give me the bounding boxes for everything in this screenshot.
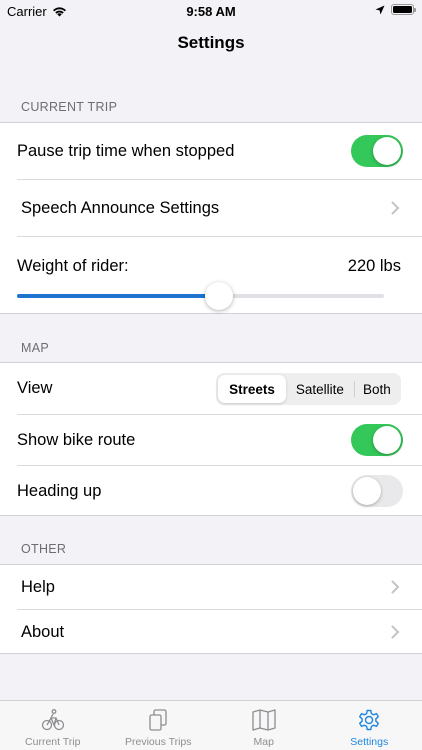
speech-announce-label: Speech Announce Settings <box>21 198 220 217</box>
speech-announce-row[interactable]: Speech Announce Settings <box>0 180 422 236</box>
pause-trip-row: Pause trip time when stopped <box>0 123 422 179</box>
stacked-pages-icon <box>149 709 167 731</box>
segment-both[interactable]: Both <box>355 375 399 403</box>
heading-up-toggle[interactable] <box>351 475 403 507</box>
gear-icon <box>359 709 380 731</box>
status-right <box>375 4 416 15</box>
section-header-map: MAP <box>21 341 49 355</box>
tab-previous-trips[interactable]: Previous Trips <box>106 701 212 750</box>
view-row: View Streets Satellite Both <box>0 363 422 414</box>
map-group: View Streets Satellite Both Show bike ro… <box>0 362 422 516</box>
map-icon <box>252 709 276 731</box>
tab-settings[interactable]: Settings <box>317 701 422 750</box>
weight-label: Weight of rider: <box>17 257 129 275</box>
tab-label-previous-trips: Previous Trips <box>124 736 192 748</box>
weight-slider-thumb[interactable] <box>204 282 233 310</box>
tab-current-trip[interactable]: Current Trip <box>0 701 106 750</box>
chevron-right-icon <box>391 625 400 639</box>
tab-map[interactable]: Map <box>211 701 317 750</box>
battery-icon <box>391 4 416 15</box>
pause-trip-label: Pause trip time when stopped <box>17 141 235 160</box>
heading-up-label: Heading up <box>17 481 102 500</box>
section-header-other: OTHER <box>21 542 67 556</box>
about-label: About <box>21 622 65 641</box>
location-arrow-icon <box>375 5 385 14</box>
tab-label-settings: Settings <box>350 736 389 748</box>
chevron-right-icon <box>391 580 400 594</box>
bike-route-toggle[interactable] <box>351 424 403 456</box>
view-label: View <box>17 379 53 397</box>
weight-slider-fill <box>17 294 219 298</box>
segment-satellite[interactable]: Satellite <box>286 375 354 403</box>
pause-trip-toggle[interactable] <box>351 135 403 167</box>
help-label: Help <box>21 577 55 596</box>
current-trip-group: Pause trip time when stopped Speech Anno… <box>0 122 422 314</box>
bike-route-row: Show bike route <box>0 415 422 465</box>
segment-streets[interactable]: Streets <box>218 375 286 403</box>
help-row[interactable]: Help <box>0 565 422 609</box>
view-segmented-control: Streets Satellite Both <box>216 373 401 405</box>
tab-bar: Current Trip Previous Trips Map Settings <box>0 700 422 750</box>
weight-row: Weight of rider: 220 lbs <box>0 237 422 315</box>
tab-label-current-trip: Current Trip <box>25 736 81 748</box>
section-header-current-trip: CURRENT TRIP <box>21 100 118 114</box>
bicycle-rider-icon <box>41 709 64 731</box>
bike-route-label: Show bike route <box>17 430 136 449</box>
about-row[interactable]: About <box>0 610 422 654</box>
tab-label-map: Map <box>253 736 274 748</box>
heading-up-row: Heading up <box>0 466 422 516</box>
status-time: 9:58 AM <box>186 4 236 19</box>
page-title: Settings <box>177 33 245 52</box>
weight-value: 220 lbs <box>347 257 401 275</box>
status-bar: Carrier 9:58 AM <box>0 0 422 22</box>
other-group: Help About <box>0 564 422 654</box>
chevron-right-icon <box>391 201 400 215</box>
weight-slider[interactable] <box>17 282 384 310</box>
